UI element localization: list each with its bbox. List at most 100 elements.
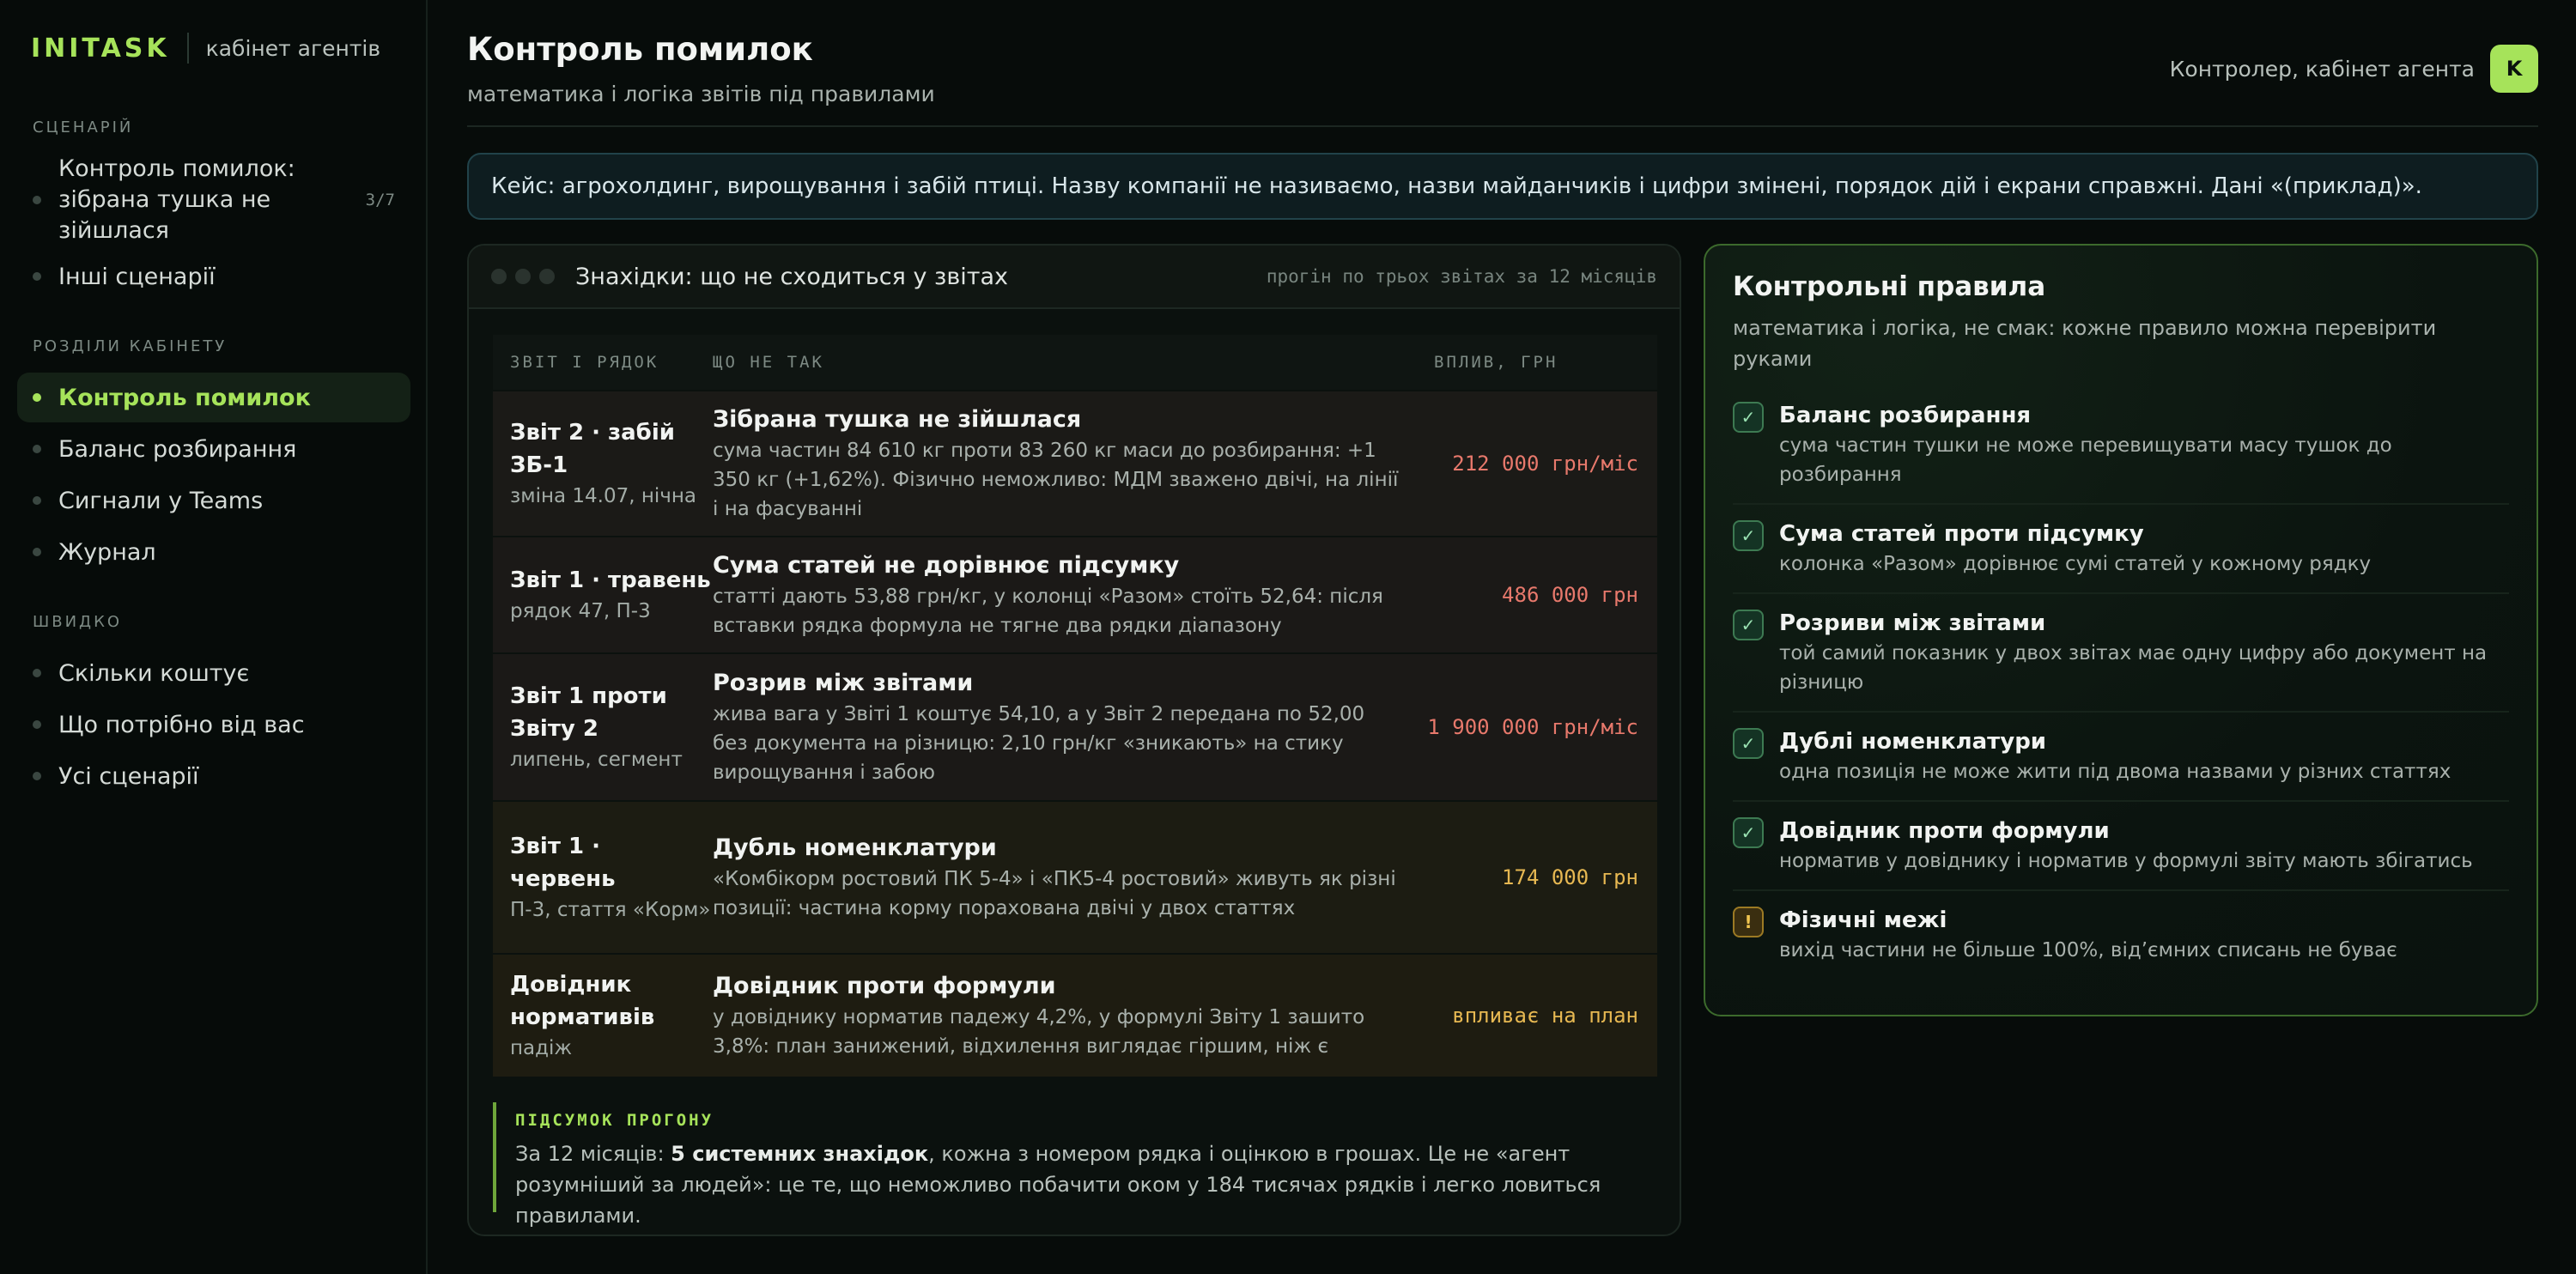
report-ref: липень, сегмент	[510, 749, 683, 771]
issue-description: жива вага у Звіті 1 коштує 54,10, а у Зв…	[713, 703, 1365, 784]
rule-title: Сума статей проти підсумку	[1779, 521, 2144, 547]
check-icon: ✓	[1733, 817, 1764, 848]
table-row[interactable]: Довідник нормативів падіж Довідник проти ф…	[493, 953, 1657, 1077]
bullet-icon	[33, 772, 41, 780]
rule-title: Розриви між звітами	[1779, 610, 2046, 636]
issue-description: сума частин 84 610 кг проти 83 260 кг ма…	[713, 440, 1399, 520]
rule-description: одна позиція не може жити під двома назв…	[1779, 761, 2451, 783]
sidebar-item-error-control[interactable]: Контроль помилок	[17, 373, 410, 422]
issue-title: Зібрана тушка не зійшлася	[713, 406, 1082, 433]
findings-title: Знахідки: що не сходиться у звітах	[575, 263, 1009, 290]
table-row[interactable]: Звіт 1 проти Звіту 2 липень, сегмент Розри…	[493, 652, 1657, 800]
rule-item[interactable]: ! Фізичні межі вихід частини не більше 100…	[1733, 891, 2509, 979]
rule-description: той самий показник у двох звітах має одн…	[1779, 642, 2488, 694]
report-name: Звіт 1 проти Звіту 2	[510, 683, 667, 742]
sidebar-item-current-scenario[interactable]: Контроль помилок: зібрана тушка не зійшл…	[17, 154, 410, 246]
rule-item[interactable]: ✓ Баланс розбирання сума частин тушки не м…	[1733, 386, 2509, 505]
check-icon: ✓	[1733, 610, 1764, 640]
brand-separator	[186, 33, 189, 64]
rules-list: ✓ Баланс розбирання сума частин тушки не м…	[1733, 386, 2509, 979]
bullet-icon	[33, 272, 41, 281]
findings-panel-header: Знахідки: що не сходиться у звітах прогі…	[469, 246, 1680, 309]
report-ref: зміна 14.07, нічна	[510, 485, 697, 507]
avatar[interactable]: K	[2490, 45, 2538, 93]
sidebar-item-pricing[interactable]: Скільки коштує	[17, 648, 410, 698]
cell-issue: Розрив між звітами жива вага у Звіті 1 ко…	[713, 655, 1400, 799]
column-header-issue: ЩО НЕ ТАК	[713, 353, 824, 372]
issue-description: статті дають 53,88 грн/кг, у колонці «Ра…	[713, 585, 1383, 637]
report-name: Звіт 2 · забій ЗБ-1	[510, 420, 675, 478]
rule-body: Дублі номенклатури одна позиція не може ж…	[1779, 726, 2451, 786]
report-name: Звіт 1 · червень	[510, 834, 616, 892]
summary-text-pre: За 12 місяців:	[515, 1142, 671, 1166]
rule-body: Довідник проти формули норматив у довідни…	[1779, 816, 2473, 876]
column-header-impact: ВПЛИВ, ГРН	[1434, 353, 1558, 372]
bullet-icon	[33, 445, 41, 453]
summary-text: За 12 місяців: 5 системних знахідок, кож…	[515, 1138, 1657, 1231]
sidebar-item-label: Баланс розбирання	[58, 435, 297, 463]
rule-description: сума частин тушки не може перевищувати м…	[1779, 434, 2392, 486]
warning-icon: !	[1733, 907, 1764, 937]
rule-title: Дублі номенклатури	[1779, 729, 2047, 755]
column-header-report: ЗВІТ І РЯДОК	[510, 353, 659, 372]
rule-body: Баланс розбирання сума частин тушки не мо…	[1779, 400, 2509, 489]
cell-issue: Довідник проти формули у довіднику нормат…	[713, 958, 1400, 1073]
bullet-icon	[33, 548, 41, 556]
cell-issue: Зібрана тушка не зійшлася сума частин 84 …	[713, 391, 1400, 536]
issue-title: Довідник проти формули	[713, 973, 1056, 999]
report-ref: падіж	[510, 1037, 573, 1059]
brand[interactable]: INITASK кабінет агентів	[31, 31, 409, 65]
rule-description: вихід частини не більше 100%, від’ємних …	[1779, 939, 2397, 962]
issue-description: «Комбікорм ростовий ПК 5-4» і «ПК5-4 рос…	[713, 868, 1396, 919]
issue-description: у довіднику норматив падежу 4,2%, у форм…	[713, 1006, 1365, 1058]
sidebar-item-journal[interactable]: Журнал	[17, 527, 410, 577]
issue-title: Розрив між звітами	[713, 670, 974, 696]
control-rules-panel: Контрольні правила математика і логіка, …	[1704, 244, 2538, 1016]
findings-table: ЗВІТ І РЯДОК ЩО НЕ ТАК ВПЛИВ, ГРН Звіт 2…	[493, 335, 1657, 1077]
sidebar-item-other-scenarios[interactable]: Інші сценарії	[17, 252, 410, 301]
impact-value: 486 000 грн	[1502, 583, 1638, 607]
rule-item[interactable]: ✓ Розриви між звітами той самий показник у…	[1733, 594, 2509, 713]
sidebar-item-breakdown-balance[interactable]: Баланс розбирання	[17, 424, 410, 474]
sidebar-item-teams-signals[interactable]: Сигнали у Teams	[17, 476, 410, 525]
cell-report: Звіт 1 · червень П-3, стаття «Корм»	[493, 818, 713, 937]
summary-label: ПІДСУМОК ПРОГОНУ	[515, 1111, 714, 1130]
issue-title: Дубль номенклатури	[713, 834, 997, 861]
rules-title: Контрольні правила	[1733, 271, 2046, 302]
bullet-icon	[33, 720, 41, 729]
brand-subtitle: кабінет агентів	[205, 35, 381, 61]
findings-panel: Знахідки: що не сходиться у звітах прогі…	[467, 244, 1681, 1236]
scenario-step-count: 3/7	[365, 191, 395, 209]
rule-title: Фізичні межі	[1779, 907, 1947, 933]
rule-description: колонка «Разом» дорівнює сумі статей у к…	[1779, 553, 2372, 575]
sidebar-item-all-scenarios[interactable]: Усі сценарії	[17, 751, 410, 801]
cell-report: Звіт 1 · травень рядок 47, П-3	[493, 552, 713, 638]
sidebar-item-label: Скільки коштує	[58, 659, 250, 687]
impact-value: 1 900 000 грн/міс	[1427, 715, 1638, 739]
sidebar-item-label: Усі сценарії	[58, 762, 199, 790]
bullet-icon	[33, 669, 41, 677]
impact-value: 174 000 грн	[1502, 865, 1638, 889]
rule-item[interactable]: ✓ Дублі номенклатури одна позиція не може …	[1733, 713, 2509, 802]
user-menu[interactable]: Контролер, кабінет агента K	[2170, 45, 2538, 93]
summary-text-bold: 5 системних знахідок	[671, 1142, 929, 1166]
sidebar: INITASK кабінет агентів СЦЕНАРІЙ Контрол…	[0, 0, 428, 1274]
report-ref: рядок 47, П-3	[510, 600, 651, 622]
rule-body: Сума статей проти підсумку колонка «Разом…	[1779, 519, 2371, 579]
table-header: ЗВІТ І РЯДОК ЩО НЕ ТАК ВПЛИВ, ГРН	[493, 335, 1657, 390]
rule-item[interactable]: ✓ Довідник проти формули норматив у довідн…	[1733, 802, 2509, 891]
case-note-banner: Кейс: агрохолдинг, вирощування і забій п…	[467, 153, 2538, 220]
rule-item[interactable]: ✓ Сума статей проти підсумку колонка «Разо…	[1733, 505, 2509, 594]
check-icon: ✓	[1733, 520, 1764, 551]
sidebar-item-label: Сигнали у Teams	[58, 487, 264, 514]
rule-body: Фізичні межі вихід частини не більше 100%…	[1779, 905, 2397, 965]
impact-value: впливає на план	[1452, 1004, 1638, 1028]
table-row[interactable]: Звіт 1 · червень П-3, стаття «Корм» Дубль …	[493, 800, 1657, 953]
rule-body: Розриви між звітами той самий показник у …	[1779, 608, 2509, 697]
table-row[interactable]: Звіт 1 · травень рядок 47, П-3 Сума статей…	[493, 536, 1657, 652]
brand-logo: INITASK	[31, 33, 170, 64]
check-icon: ✓	[1733, 402, 1764, 433]
sidebar-item-label: Що потрібно від вас	[58, 711, 305, 738]
table-row[interactable]: Звіт 2 · забій ЗБ-1 зміна 14.07, нічна Зіб…	[493, 390, 1657, 536]
sidebar-item-requirements[interactable]: Що потрібно від вас	[17, 700, 410, 749]
